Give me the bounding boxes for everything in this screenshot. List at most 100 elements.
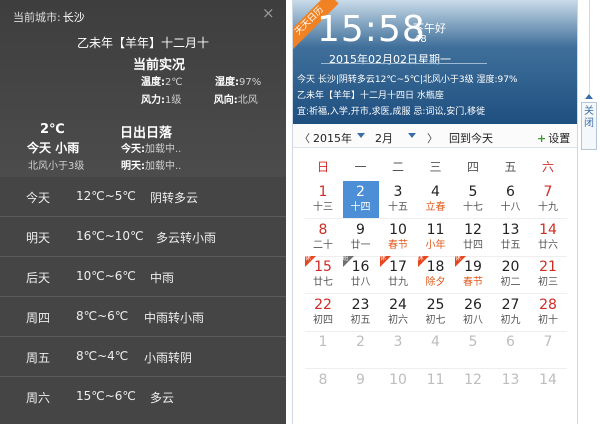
day-number: 23 <box>351 296 370 313</box>
current-city[interactable]: 当前城市: 长沙 <box>13 9 85 25</box>
forecast-row[interactable]: 周五 8℃~4℃ 小雨转阴 <box>0 337 286 377</box>
close-icon[interactable]: × <box>262 6 275 21</box>
calendar-day[interactable]: 10 <box>380 369 416 406</box>
calendar-day[interactable]: 13 廿五 <box>493 219 529 256</box>
day-number: 9 <box>356 221 365 238</box>
weekday-label: 三 <box>429 160 442 174</box>
calendar-day[interactable]: 10 春节 <box>380 219 416 256</box>
forecast-row[interactable]: 后天 10℃~6℃ 中雨 <box>0 257 286 297</box>
forecast-row[interactable]: 今天 12℃~5℃ 阴转多云 <box>0 177 286 217</box>
calendar-day[interactable]: 休 19 春节 <box>455 256 491 293</box>
calendar-day[interactable]: 9 廿一 <box>343 219 379 256</box>
today-wind: 北风小于3级 <box>28 161 85 172</box>
day-number: 6 <box>506 184 515 200</box>
lunar-day: 廿九 <box>388 277 408 288</box>
calendar-day[interactable]: 27 初九 <box>493 294 529 331</box>
calendar-day[interactable]: 23 初五 <box>343 294 379 331</box>
lunar-date: 乙未年【羊年】十二月十 <box>76 36 209 50</box>
holiday-tag: 休 <box>305 256 312 262</box>
calendar-day[interactable]: 8 二十 <box>305 219 341 256</box>
lunar-day: 初三 <box>538 277 558 288</box>
calendar-day[interactable]: 2 <box>343 331 379 368</box>
year-dropdown-icon[interactable] <box>357 133 365 138</box>
calendar-day[interactable]: 休 15 廿七 <box>305 256 341 293</box>
calendar-day[interactable]: 6 <box>493 331 529 368</box>
weekday-label: 六 <box>541 160 554 174</box>
day-number: 25 <box>426 296 445 313</box>
lunar-day: 初四 <box>313 314 333 326</box>
collapse-icon[interactable] <box>585 94 593 99</box>
calendar-day[interactable]: 休 17 廿九 <box>380 256 416 293</box>
weather-summary: 当前城市: 长沙 × 乙未年【羊年】十二月十 当前实况 温度:2℃ 湿度:97% … <box>0 0 286 177</box>
calendar-day[interactable]: 12 <box>455 369 491 406</box>
day-number: 4 <box>431 184 440 200</box>
day-number: 2 <box>356 184 365 200</box>
settings-button[interactable]: + 设置 <box>537 130 570 146</box>
calendar-day-selected[interactable]: 2 十四 <box>342 181 379 218</box>
weather-summary-line[interactable]: 今天 长沙|阴转多云12℃~5℃|北风小于3级 湿度:97% <box>297 72 517 85</box>
calendar-day[interactable]: 7 <box>530 331 566 368</box>
lunar-day: 十三 <box>313 202 333 213</box>
forecast-row[interactable]: 周六 15℃~6℃ 多云 <box>0 377 286 417</box>
calendar-day[interactable]: 25 初七 <box>418 294 454 331</box>
day-number: 7 <box>543 184 553 200</box>
calendar-day[interactable]: 14 <box>530 369 566 406</box>
calendar-day[interactable]: 26 初八 <box>455 294 491 331</box>
calendar-day[interactable]: 12 廿四 <box>455 219 491 256</box>
calendar-day[interactable]: 休 18 除夕 <box>417 256 454 293</box>
lunar-day: 廿四 <box>463 239 483 251</box>
calendar-day[interactable]: 24 初六 <box>380 294 416 331</box>
calendar-day[interactable]: 3 <box>380 331 416 368</box>
calendar-day[interactable]: 14 廿六 <box>530 219 566 256</box>
sun-today: 今天:加载中.. <box>121 140 181 155</box>
holiday-tag: 休 <box>455 256 462 262</box>
calendar-day[interactable]: 9 <box>343 369 379 406</box>
day-number: 10 <box>389 221 407 238</box>
day-number: 11 <box>426 221 445 238</box>
lunar-day: 十四 <box>350 202 371 213</box>
lunar-day: 廿七 <box>313 277 333 288</box>
calendar-panel: 天天日历 15:58 下午好 48 2015年02月02日星期一 今天 长沙|阴… <box>292 0 578 424</box>
close-calendar-tab[interactable]: 关闭 <box>581 102 597 150</box>
calendar-day[interactable]: 8 <box>305 369 341 406</box>
calendar-day[interactable]: 21 初三 <box>530 256 566 293</box>
humidity-label: 湿度: <box>214 77 239 88</box>
wind-label: 风力: <box>141 95 165 106</box>
calendar-day[interactable]: 28 初十 <box>530 294 566 331</box>
lunar-day: 廿八 <box>350 277 371 288</box>
calendar-day[interactable]: 1 <box>305 331 341 368</box>
back-to-today-button[interactable]: 回到今天 <box>449 130 493 146</box>
calendar-day[interactable]: 5 <box>455 331 491 368</box>
next-month-icon[interactable]: 〉 <box>427 130 438 146</box>
calendar-day[interactable]: 11 <box>418 369 454 406</box>
lunar-day: 立春 <box>425 202 446 213</box>
prev-month-icon[interactable]: 〈 <box>299 130 310 146</box>
year-select[interactable]: 2015年 <box>313 130 352 146</box>
calendar-day[interactable]: 7 十九 <box>530 181 566 218</box>
calendar-day[interactable]: 6 十八 <box>493 181 529 218</box>
month-dropdown-icon[interactable] <box>408 133 416 138</box>
month-select[interactable]: 2月 <box>375 130 393 146</box>
calendar-day[interactable]: 11 小年 <box>418 219 454 256</box>
sun-tomorrow-value: 加载中.. <box>145 161 182 172</box>
forecast-row[interactable]: 明天 16℃~10℃ 多云转小雨 <box>0 217 286 257</box>
calendar-day[interactable]: 1 十三 <box>305 181 341 218</box>
lunar-day: 除夕 <box>425 277 446 288</box>
calendar-day[interactable]: 22 初四 <box>305 294 341 331</box>
calendar-day[interactable]: 4 <box>418 331 454 368</box>
forecast-row[interactable]: 周四 8℃~6℃ 中雨转小雨 <box>0 297 286 337</box>
calendar-day[interactable]: 20 初二 <box>493 256 529 293</box>
forecast-day: 后天 <box>26 271 51 285</box>
desktop-root: 当前城市: 长沙 × 乙未年【羊年】十二月十 当前实况 温度:2℃ 湿度:97% … <box>0 0 600 424</box>
calendar-day[interactable]: 13 <box>493 369 529 406</box>
calendar-day[interactable]: 班 16 廿八 <box>342 256 379 293</box>
city-name[interactable]: 长沙 <box>63 11 85 24</box>
calendar-day[interactable]: 5 十七 <box>455 181 491 218</box>
calendar-grid: 1 十三 2 十四 3 十五 4 立春 5 十七 6 十八 7 十九 8 二十 9 廿一 10 春节 11 小年 12 廿四 1… <box>305 181 567 421</box>
calendar-day[interactable]: 4 立春 <box>418 181 454 218</box>
current-temp-humidity: 温度:2℃ 湿度:97% <box>141 73 261 88</box>
lunar-day: 初九 <box>500 314 521 326</box>
calendar-day[interactable]: 3 十五 <box>380 181 416 218</box>
lunar-day: 十五 <box>388 202 408 213</box>
day-number: 12 <box>464 221 482 238</box>
